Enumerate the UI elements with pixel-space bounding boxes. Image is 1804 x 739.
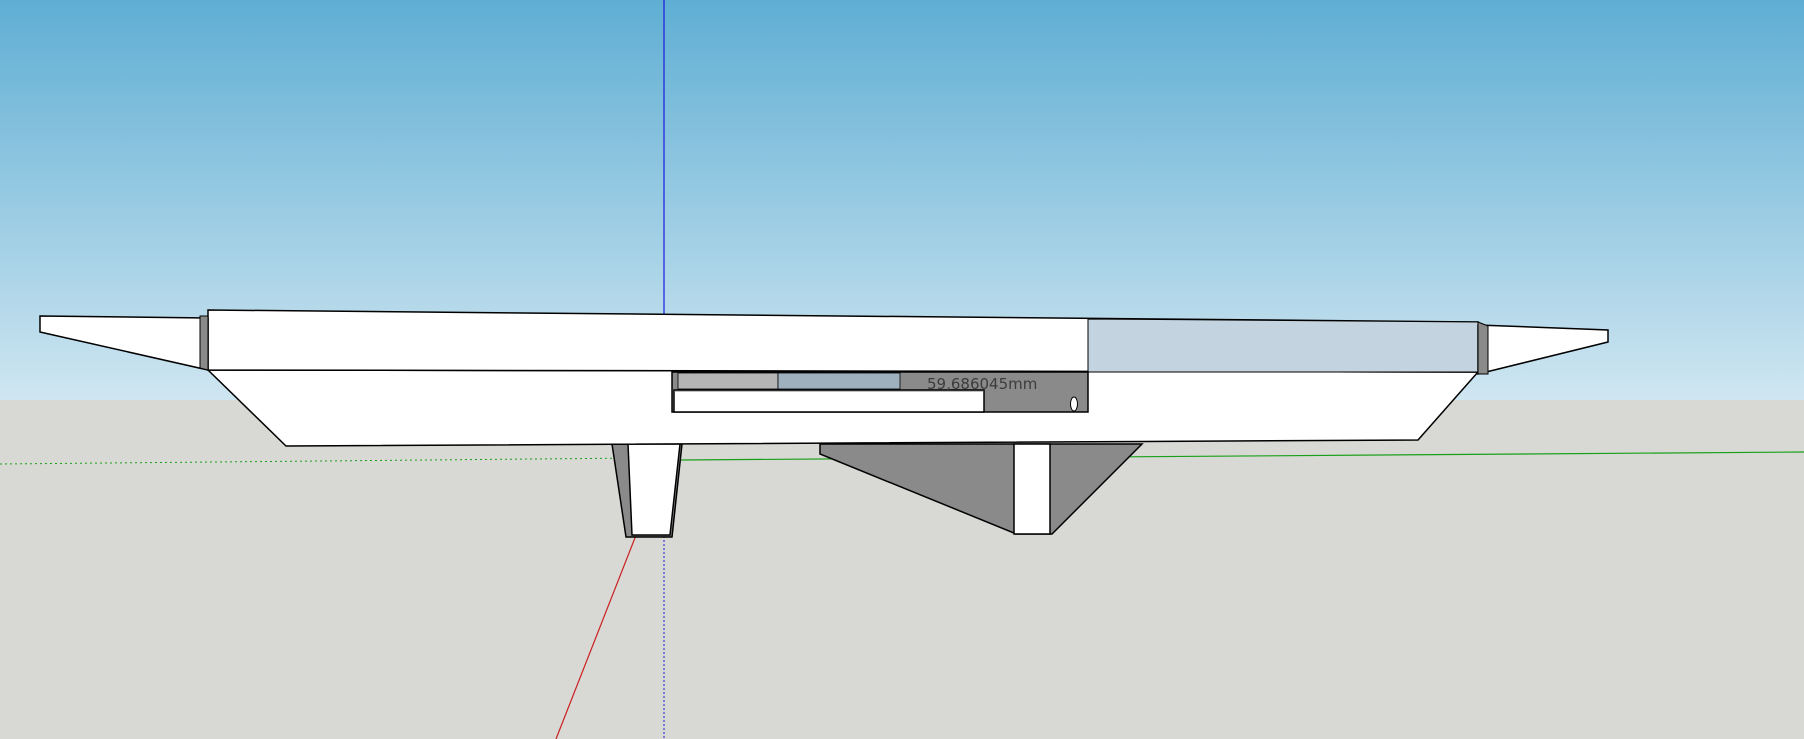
right-wing-edge (1477, 321, 1489, 375)
3d-scene[interactable] (0, 0, 1804, 739)
selected-face[interactable] (1087, 318, 1479, 373)
slot-insert (673, 389, 985, 413)
left-wing-edge (199, 315, 209, 371)
right-support-front (1013, 443, 1051, 535)
model-body[interactable] (39, 309, 1609, 447)
left-leg-front (627, 443, 681, 536)
slot-cutout[interactable] (671, 371, 1089, 413)
slot-inner-left (677, 372, 779, 390)
modeling-viewport[interactable]: 59,686045mm (0, 0, 1804, 739)
slot-hole (1070, 396, 1078, 412)
slot-inner-mid (777, 372, 901, 390)
